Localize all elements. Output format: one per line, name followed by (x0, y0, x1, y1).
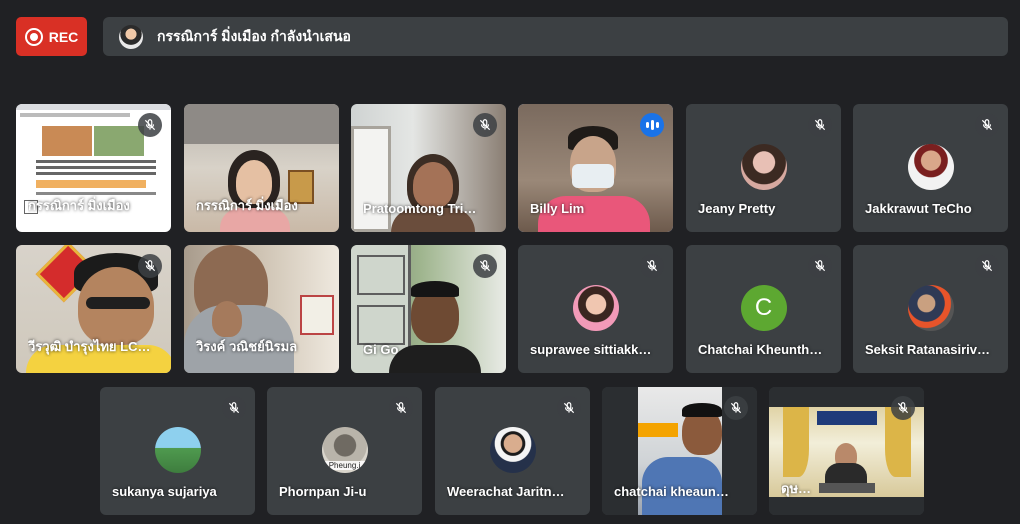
presenting-banner[interactable]: กรรณิการ์ มิ่งเมือง กำลังนำเสนอ (103, 17, 1008, 56)
participant-tile[interactable]: วิรงค์ วณิชย์นิรมล (184, 245, 339, 373)
participant-tile[interactable]: Seksit Ratanasiriv… (853, 245, 1008, 373)
avatar-caption: Pheung.j (321, 461, 368, 470)
muted-mic-icon (975, 113, 999, 137)
participant-name: กรรณิการ์ มิ่งเมือง (196, 198, 298, 213)
participant-tile[interactable]: วีรวุฒิ บำรุงไทย LC… (16, 245, 171, 373)
muted-mic-icon (473, 254, 497, 278)
participant-avatar: Pheung.j (321, 427, 368, 473)
participant-letter-avatar: C (740, 285, 787, 331)
participant-tile[interactable]: Jakkrawut TeCho (853, 104, 1008, 232)
participant-avatar (907, 285, 954, 331)
participant-name: Billy Lim (530, 201, 585, 216)
participant-name: Weerachat Jaritn… (447, 484, 565, 499)
participant-avatar (907, 144, 954, 190)
participant-name: กรรณิการ์ มิ่งเมือง (28, 198, 130, 213)
participant-tile[interactable]: C Chatchai Kheunth… (686, 245, 841, 373)
participant-tile[interactable]: Weerachat Jaritn… (435, 387, 590, 515)
record-icon (24, 27, 43, 46)
muted-mic-icon (389, 396, 413, 420)
muted-mic-icon (808, 254, 832, 278)
recording-indicator[interactable]: REC (16, 17, 87, 56)
participant-name: suprawee sittiakk… (530, 342, 652, 357)
participant-name: Jakkrawut TeCho (865, 201, 972, 216)
participant-avatar (572, 285, 619, 331)
participant-name: Phornpan Ji-u (279, 484, 367, 499)
presenter-avatar (119, 24, 143, 49)
participant-tile-screen-share[interactable]: กรรณิการ์ มิ่งเมือง (16, 104, 171, 232)
participant-tile[interactable]: Pheung.j Phornpan Ji-u (267, 387, 422, 515)
participant-name: Jeany Pretty (698, 201, 776, 216)
presenting-text: กรรณิการ์ มิ่งเมือง กำลังนำเสนอ (157, 27, 351, 44)
speaking-indicator-icon (640, 113, 664, 137)
participant-tile[interactable]: sukanya sujariya (100, 387, 255, 515)
participant-name: Gi Go (363, 342, 399, 357)
muted-mic-icon (222, 396, 246, 420)
participant-name: Chatchai Kheunth… (698, 342, 823, 357)
muted-mic-icon (808, 113, 832, 137)
participant-avatar (489, 427, 536, 473)
participant-tile[interactable]: suprawee sittiakk… (518, 245, 673, 373)
muted-mic-icon (557, 396, 581, 420)
muted-mic-icon (138, 254, 162, 278)
recording-label: REC (48, 28, 79, 45)
muted-mic-icon (724, 396, 748, 420)
participant-name: วีรวุฒิ บำรุงไทย LC… (28, 339, 151, 354)
participant-name: Seksit Ratanasiriv… (865, 342, 991, 357)
muted-mic-icon (891, 396, 915, 420)
muted-mic-icon (473, 113, 497, 137)
participant-tile[interactable]: ดุษ… (769, 387, 924, 515)
participant-tile[interactable]: Pratoomtong Tri… (351, 104, 506, 232)
participant-name: sukanya sujariya (112, 484, 217, 499)
participant-tile[interactable]: Gi Go (351, 245, 506, 373)
muted-mic-icon (975, 254, 999, 278)
participant-name: chatchai kheaun… (614, 484, 729, 499)
participant-tile[interactable]: chatchai kheaun… (602, 387, 757, 515)
muted-mic-icon (138, 113, 162, 137)
participant-name: วิรงค์ วณิชย์นิรมล (196, 339, 298, 354)
participant-tile[interactable]: Jeany Pretty (686, 104, 841, 232)
participant-tile[interactable]: กรรณิการ์ มิ่งเมือง (184, 104, 339, 232)
participant-tile-active-speaker[interactable]: Billy Lim (518, 104, 673, 232)
muted-mic-icon (640, 254, 664, 278)
participant-name: Pratoomtong Tri… (363, 201, 477, 216)
participant-name: ดุษ… (781, 481, 812, 496)
participant-avatar (154, 427, 201, 473)
participant-avatar (740, 144, 787, 190)
